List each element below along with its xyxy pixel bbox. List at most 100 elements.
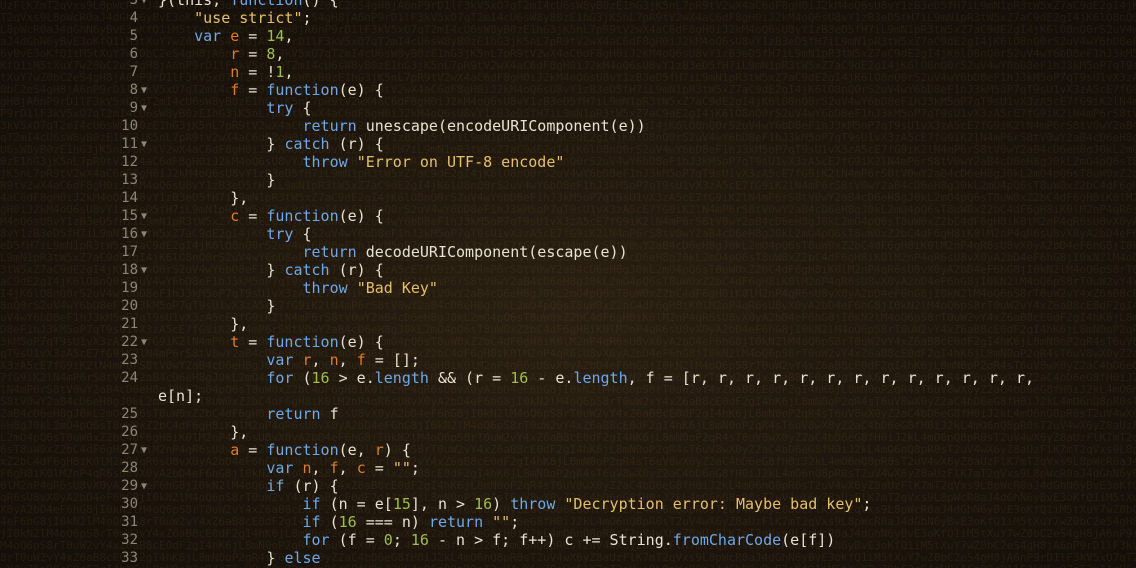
code-line[interactable]: 23 var r, n, f = []; bbox=[0, 351, 1136, 369]
code-text[interactable]: a = function(e, r) { bbox=[158, 441, 411, 459]
code-text[interactable]: }, bbox=[158, 423, 248, 441]
code-text[interactable]: } catch (r) { bbox=[158, 135, 384, 153]
code-line[interactable]: 3 ▼}(this, function() { bbox=[0, 0, 1136, 9]
code-line[interactable]: 22 ▼ t = function(e) { bbox=[0, 333, 1136, 351]
code-token-plain: ; bbox=[302, 9, 312, 27]
code-token-plain: unescape(encodeURIComponent(e)) bbox=[356, 117, 646, 135]
code-line[interactable]: 5 var e = 14, bbox=[0, 27, 1136, 45]
code-token-plain: , bbox=[311, 351, 330, 369]
code-line[interactable]: 14 }, bbox=[0, 189, 1136, 207]
code-text[interactable]: } catch (r) { bbox=[158, 261, 384, 279]
code-text[interactable]: return unescape(encodeURIComponent(e)) bbox=[158, 117, 646, 135]
code-line[interactable]: 28 var n, f, c = ""; bbox=[0, 459, 1136, 477]
line-number: 8 bbox=[129, 82, 138, 98]
code-token-variable: r bbox=[230, 45, 240, 63]
fold-arrow-icon[interactable]: ▼ bbox=[141, 478, 153, 496]
code-token-variable: f bbox=[230, 81, 240, 99]
code-line[interactable]: 18 ▼ } catch (r) { bbox=[0, 261, 1136, 279]
code-line[interactable]: 24 for (16 > e.length && (r = 16 - e.len… bbox=[0, 369, 1136, 387]
code-text[interactable]: for (16 > e.length && (r = 16 - e.length… bbox=[158, 369, 1034, 387]
code-token-plain: { bbox=[293, 99, 312, 117]
fold-arrow-icon[interactable]: ▼ bbox=[141, 262, 153, 280]
code-token-plain: === n) bbox=[356, 513, 429, 531]
code-line[interactable]: 20 } bbox=[0, 297, 1136, 315]
code-line[interactable]: 19 throw "Bad Key" bbox=[0, 279, 1136, 297]
code-line[interactable]: 15 ▼ c = function(e) { bbox=[0, 207, 1136, 225]
code-text[interactable]: throw "Error on UTF-8 encode" bbox=[158, 153, 565, 171]
code-token-plain: (r) { bbox=[329, 261, 384, 279]
fold-arrow-icon[interactable]: ▼ bbox=[141, 208, 153, 226]
code-text[interactable]: f = function(e) { bbox=[158, 81, 384, 99]
code-text[interactable]: if (n = e[15], n > 16) throw "Decryption… bbox=[158, 495, 872, 513]
code-line[interactable]: 4 "use strict"; bbox=[0, 9, 1136, 27]
code-line[interactable]: 31 if (16 === n) return ""; bbox=[0, 513, 1136, 531]
code-text[interactable]: r = 8, bbox=[158, 45, 284, 63]
code-line[interactable]: 26 }, bbox=[0, 423, 1136, 441]
code-line[interactable]: 8 ▼ f = function(e) { bbox=[0, 81, 1136, 99]
code-text[interactable]: n = !1, bbox=[158, 63, 293, 81]
code-text[interactable]: return decodeURIComponent(escape(e)) bbox=[158, 243, 628, 261]
code-line[interactable]: 13 } bbox=[0, 171, 1136, 189]
code-token-plain: (r) { bbox=[329, 135, 384, 153]
code-line[interactable]: 10 return unescape(encodeURIComponent(e)… bbox=[0, 117, 1136, 135]
code-text[interactable]: return f bbox=[158, 405, 338, 423]
code-text[interactable]: try { bbox=[158, 225, 311, 243]
code-lines[interactable]: 3 ▼}(this, function() {4 "use strict"; 5 v… bbox=[0, 0, 1136, 567]
code-line[interactable]: 12 throw "Error on UTF-8 encode" bbox=[0, 153, 1136, 171]
code-text[interactable]: if (16 === n) return ""; bbox=[158, 513, 520, 531]
fold-arrow-icon[interactable]: ▼ bbox=[141, 442, 153, 460]
code-line[interactable]: e[n]; bbox=[0, 387, 1136, 405]
code-text[interactable]: c = function(e) { bbox=[158, 207, 384, 225]
code-line[interactable]: 25 return f bbox=[0, 405, 1136, 423]
code-token-variable: c bbox=[356, 459, 366, 477]
code-line[interactable]: 30 if (n = e[15], n > 16) throw "Decrypt… bbox=[0, 495, 1136, 513]
code-line[interactable]: 6 r = 8, bbox=[0, 45, 1136, 63]
code-text[interactable]: if (r) { bbox=[158, 477, 338, 495]
line-number: 30 bbox=[121, 496, 138, 512]
code-editor[interactable]: UzFlK7mT2qVxs9L8pWcR0aJ4dGhN6yBvE3oKfQ1i… bbox=[0, 0, 1136, 568]
code-token-keyword: if bbox=[302, 513, 321, 531]
code-line[interactable]: 32 for (f = 0; 16 - n > f; f++) c += Str… bbox=[0, 531, 1136, 549]
code-line[interactable]: 33 } else bbox=[0, 549, 1136, 567]
code-token-keyword: var bbox=[266, 459, 294, 477]
code-line[interactable]: 17 return decodeURIComponent(escape(e)) bbox=[0, 243, 1136, 261]
fold-arrow-icon[interactable]: ▼ bbox=[141, 136, 153, 154]
code-line[interactable]: 27 ▼ a = function(e, r) { bbox=[0, 441, 1136, 459]
code-token-plain: , f = [r, r, r, r, r, r, r, r, r, r, r, … bbox=[627, 369, 1035, 387]
code-line[interactable]: 9 ▼ try { bbox=[0, 99, 1136, 117]
code-token-variable: r bbox=[374, 441, 384, 459]
fold-arrow-icon[interactable]: ▼ bbox=[141, 82, 153, 100]
code-token-plain: ) { bbox=[383, 441, 411, 459]
code-token-number: 16 bbox=[410, 531, 429, 549]
code-text[interactable]: } bbox=[158, 171, 275, 189]
code-line[interactable]: 29 ▼ if (r) { bbox=[0, 477, 1136, 495]
code-text[interactable]: }, bbox=[158, 189, 248, 207]
code-token-variable: e bbox=[230, 27, 240, 45]
code-text[interactable]: t = function(e) { bbox=[158, 333, 384, 351]
code-text[interactable]: var r, n, f = []; bbox=[158, 351, 420, 369]
fold-arrow-icon[interactable]: ▼ bbox=[141, 226, 153, 244]
line-number: 25 bbox=[121, 406, 138, 422]
code-text[interactable]: "use strict"; bbox=[158, 9, 312, 27]
code-text[interactable]: try { bbox=[158, 99, 312, 117]
code-text[interactable]: throw "Bad Key" bbox=[158, 279, 438, 297]
code-token-string: "Error on UTF-8 encode" bbox=[356, 153, 565, 171]
code-line[interactable]: 16 ▼ try { bbox=[0, 225, 1136, 243]
fold-arrow-icon[interactable]: ▼ bbox=[141, 100, 153, 118]
code-text[interactable]: var n, f, c = ""; bbox=[158, 459, 420, 477]
code-text[interactable]: } else bbox=[158, 549, 320, 567]
code-text[interactable]: var e = 14, bbox=[158, 27, 293, 45]
code-line[interactable]: 7 n = !1, bbox=[0, 63, 1136, 81]
code-text[interactable]: } bbox=[158, 297, 275, 315]
code-text[interactable]: }(this, function() { bbox=[158, 0, 339, 9]
code-text[interactable]: for (f = 0; 16 - n > f; f++) c += String… bbox=[158, 531, 836, 549]
code-line[interactable]: 11 ▼ } catch (r) { bbox=[0, 135, 1136, 153]
code-line[interactable]: 21 }, bbox=[0, 315, 1136, 333]
code-text[interactable]: }, bbox=[158, 315, 248, 333]
fold-arrow-icon[interactable]: ▼ bbox=[141, 334, 153, 352]
code-text[interactable]: e[n]; bbox=[158, 387, 203, 405]
